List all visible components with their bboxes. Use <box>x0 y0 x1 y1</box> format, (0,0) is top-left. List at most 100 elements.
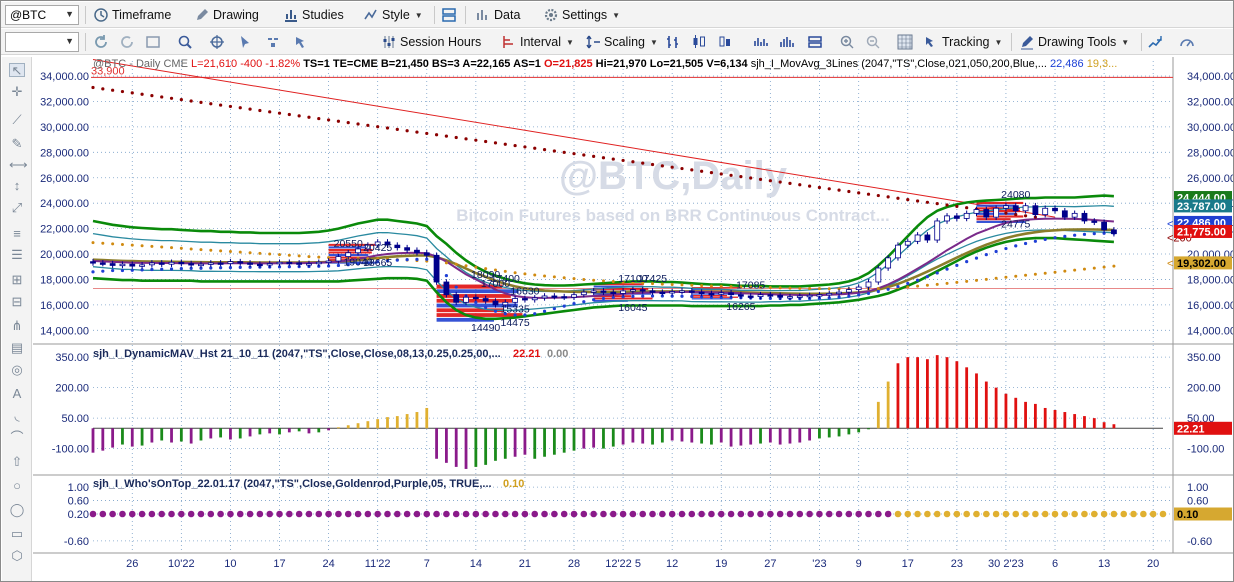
text-tool-icon[interactable]: A <box>9 387 25 401</box>
candlestick-icon[interactable] <box>691 34 707 50</box>
arrow-up-icon[interactable]: ⇧ <box>9 455 25 469</box>
gann-tool-icon[interactable]: ⊞ <box>9 273 25 287</box>
ma200-dot <box>130 91 134 95</box>
arc-icon[interactable]: ⌒ <box>9 431 25 445</box>
whos-on-top-dot <box>963 510 970 518</box>
price-header: @BTC - Daily CME L=21,610 -400 -1.82% TS… <box>93 58 1117 70</box>
whos-on-top-title: sjh_I_Who'sOnTop_22.01.17 (2047,"TS",Clo… <box>93 478 492 490</box>
chevron-down-icon[interactable]: ▼ <box>65 9 74 19</box>
ma21-dot <box>120 268 125 273</box>
zoom-in-icon[interactable] <box>839 34 855 50</box>
mouse-icon[interactable] <box>293 34 309 50</box>
session-hours-button[interactable]: Session Hours <box>381 32 481 52</box>
marker-icon[interactable]: ⬡ <box>9 549 25 563</box>
move-icon[interactable]: ✛ <box>9 85 25 99</box>
ma200-dot <box>189 99 193 103</box>
symbol-combo[interactable]: @BTC ▼ <box>5 5 79 25</box>
zoom-out-icon[interactable] <box>865 34 881 50</box>
ellipse-icon[interactable]: ◯ <box>9 503 25 517</box>
candle-body <box>787 296 793 299</box>
drawing-tools-button[interactable]: Drawing Tools ▼ <box>1019 32 1129 52</box>
ma200-dot <box>326 118 331 122</box>
interval-combo[interactable]: ▼ <box>5 32 79 52</box>
hand-icon[interactable] <box>265 34 281 50</box>
diagonal-tool-icon[interactable]: ⤢ <box>9 201 25 215</box>
whos-on-top-dot <box>570 510 578 518</box>
pencil-tool-icon[interactable]: ✎ <box>9 137 25 151</box>
zoom-icon[interactable] <box>177 34 193 50</box>
whos-on-top-dot <box>619 510 627 518</box>
crosshair-icon[interactable] <box>209 34 225 50</box>
candle <box>315 259 322 267</box>
grid-tool-icon[interactable]: ⊟ <box>9 295 25 309</box>
ma200-dot <box>503 142 507 146</box>
histogram-bar <box>395 416 399 429</box>
chart-area[interactable]: @BTC,Daily Bitcoin Futures based on BRR C… <box>33 57 1233 581</box>
data-button[interactable]: Data <box>475 5 520 25</box>
histogram-icon[interactable] <box>779 34 795 50</box>
y-axis-label-left: 18,000.00 <box>40 274 89 286</box>
candle-body <box>826 293 833 296</box>
interval-button[interactable]: Interval ▼ <box>501 32 574 52</box>
price-annotation: 16045 <box>618 302 647 314</box>
refresh-icon[interactable] <box>93 34 109 50</box>
hollow-candle-icon[interactable] <box>717 34 733 50</box>
panel-icon[interactable] <box>807 34 823 50</box>
candle-body <box>924 234 931 241</box>
trend-icon[interactable] <box>1147 34 1163 50</box>
pointer-icon[interactable] <box>237 34 253 50</box>
whos-on-top-dot <box>119 510 126 518</box>
lower-band-line <box>92 236 1114 321</box>
header-field: TE=CME <box>330 58 378 70</box>
histogram-bar <box>837 428 841 437</box>
bars-tool-icon[interactable]: ▤ <box>9 341 25 355</box>
timeframe-button[interactable]: Timeframe <box>93 5 171 25</box>
select-arrow-icon[interactable]: ↖ <box>9 63 25 78</box>
ma21-dot <box>965 260 969 264</box>
histogram-bar <box>297 428 301 432</box>
curve-icon[interactable]: ◟ <box>9 409 25 423</box>
x-axis-label: 28 <box>568 558 580 570</box>
drawing-button[interactable]: Drawing <box>194 5 259 25</box>
layout-icon[interactable] <box>441 7 457 23</box>
histogram-bar <box>121 428 124 445</box>
rectangle-icon[interactable]: ▭ <box>9 527 25 541</box>
bar-chart-icon[interactable] <box>665 34 681 50</box>
ma50-dot <box>1043 271 1047 275</box>
volume-bars-icon[interactable] <box>753 34 769 50</box>
candle-body <box>600 290 607 293</box>
ma200-dot <box>660 164 664 168</box>
ma200-dot <box>425 131 429 136</box>
studies-button[interactable]: Studies <box>283 5 344 25</box>
ma200-dot <box>719 172 723 176</box>
ma200-dot <box>876 193 880 198</box>
ma200-dot <box>228 104 233 109</box>
window-icon[interactable] <box>145 34 161 50</box>
ma21-dot <box>415 257 419 261</box>
reload-icon[interactable] <box>119 34 135 50</box>
circle-icon[interactable]: ○ <box>9 479 25 493</box>
ma50-dot <box>454 262 458 266</box>
candle-body <box>836 291 842 295</box>
tracking-button[interactable]: Tracking ▼ <box>923 32 1002 52</box>
spiral-icon[interactable]: ◎ <box>9 363 25 377</box>
histogram-bar <box>494 428 497 461</box>
chevron-down-icon[interactable]: ▼ <box>65 36 74 46</box>
whos-on-top-dot <box>1110 510 1118 518</box>
channel-tool-icon[interactable]: ≡ <box>9 227 25 241</box>
style-button[interactable]: Style ▼ <box>363 5 423 25</box>
grid-icon[interactable] <box>897 34 913 50</box>
whos-on-top-dot <box>452 510 460 518</box>
speedometer-icon[interactable] <box>1179 34 1195 50</box>
scaling-button[interactable]: Scaling ▼ <box>585 32 658 52</box>
candle-body <box>679 290 685 293</box>
trendline-tool-icon[interactable]: ⟋ <box>9 113 25 127</box>
settings-button[interactable]: Settings ▼ <box>543 5 620 25</box>
horizontal-line-icon[interactable]: ⟷ <box>9 158 28 172</box>
vertical-line-icon[interactable]: ↕ <box>9 179 25 193</box>
fib-tool-icon[interactable]: ☰ <box>9 248 25 262</box>
histogram-value: 22.21 <box>513 348 541 360</box>
ma200-dot <box>621 158 625 163</box>
candle-body <box>669 291 676 294</box>
pitchfork-icon[interactable]: ⋔ <box>9 319 25 333</box>
